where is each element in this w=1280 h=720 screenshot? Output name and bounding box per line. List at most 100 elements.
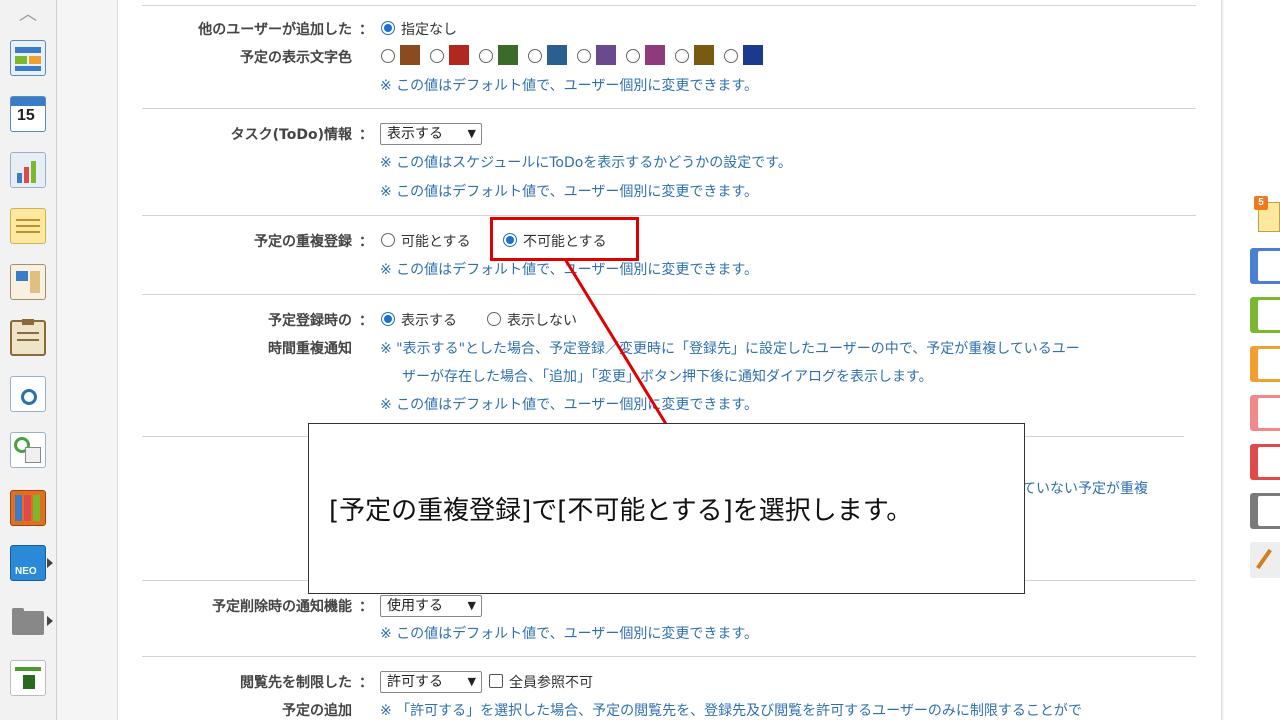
neo-icon[interactable]: NEO (10, 545, 46, 581)
mail-icon[interactable] (10, 432, 46, 468)
note-text: ていない予定が重複 (1022, 481, 1148, 497)
radio-color-option[interactable] (381, 49, 395, 63)
color-swatch (547, 45, 567, 65)
row-label: 予定登録時の (268, 313, 352, 329)
select-value: 許可する (387, 674, 443, 690)
all-no-view-checkbox[interactable] (489, 674, 503, 688)
row-label: 他のユーザーが追加した (198, 22, 352, 38)
colon: ： (359, 675, 373, 691)
notes-badge-icon[interactable]: 5 (1254, 196, 1280, 234)
color-swatch (694, 45, 714, 65)
radio-color-option[interactable] (626, 49, 640, 63)
app-icon[interactable] (10, 660, 46, 696)
expand-arrow-icon[interactable] (47, 616, 53, 626)
color-swatch (449, 45, 469, 65)
color-tab-inner (1258, 300, 1280, 330)
note-text: ザーが存在した場合、「追加」「変更」ボタン押下後に通知ダイアログを表示します。 (402, 369, 933, 385)
color-swatch (596, 45, 616, 65)
radio-color-option[interactable] (430, 49, 444, 63)
radio-color-option[interactable] (479, 49, 493, 63)
note-text: ※ この値はスケジュールにToDoを表示するかどうかの設定です。 (380, 155, 792, 171)
colon: ： (359, 313, 373, 329)
radio-no-color[interactable] (381, 21, 395, 35)
note-text: ※ この値はデフォルト値で、ユーザー個別に変更できます。 (380, 397, 758, 413)
radio-hide-notify[interactable] (487, 312, 501, 326)
color-swatch (743, 45, 763, 65)
row-label: タスク(ToDo)情報 (230, 127, 352, 143)
folder-icon[interactable] (10, 603, 46, 639)
left-sidebar: ︿ 15 NEO (0, 0, 57, 720)
calendar-icon[interactable]: 15 (10, 96, 46, 132)
row-label: 閲覧先を制限した (240, 675, 352, 691)
books-icon[interactable] (10, 490, 46, 526)
radio-show-notify[interactable] (381, 312, 395, 326)
calendar-day-label: 15 (17, 107, 35, 124)
color-tab-inner (1258, 398, 1280, 428)
radio-color-option[interactable] (577, 49, 591, 63)
color-tab-inner (1258, 251, 1280, 281)
bulletin-icon[interactable] (10, 264, 46, 300)
color-tab[interactable] (1250, 493, 1280, 529)
colon: ： (359, 22, 373, 38)
memo-icon[interactable] (10, 208, 46, 244)
color-tab[interactable] (1250, 297, 1280, 333)
delete-notify-select[interactable]: 使用する ▼ (380, 595, 482, 617)
radio-allow-duplicate[interactable] (381, 233, 395, 247)
badge-count: 5 (1254, 196, 1268, 210)
row-divider (142, 108, 1196, 109)
chevron-down-icon: ▼ (467, 127, 476, 140)
row-divider (142, 215, 1196, 216)
row-label: 予定の重複登録 (254, 234, 352, 250)
restricted-view-select[interactable]: 許可する ▼ (380, 671, 482, 693)
note-text: ※ 「許可する」を選択した場合、予定の閲覧先を、登録先及び閲覧を許可するユーザー… (380, 703, 1082, 719)
colon: ： (359, 599, 373, 615)
color-swatch (400, 45, 420, 65)
clipboard-icon[interactable] (10, 319, 46, 356)
color-tab[interactable] (1250, 248, 1280, 284)
color-tab[interactable] (1250, 395, 1280, 431)
portal-icon[interactable] (10, 40, 46, 76)
select-value: 使用する (387, 598, 443, 614)
radio-color-option[interactable] (675, 49, 689, 63)
highlight-box (490, 217, 639, 261)
color-tab-inner (1258, 349, 1280, 379)
note-text: ※ この値はデフォルト値で、ユーザー個別に変更できます。 (380, 78, 758, 94)
chevron-down-icon: ▼ (467, 599, 476, 612)
neo-label: NEO (15, 566, 37, 577)
checkbox-label: 全員参照不可 (509, 675, 593, 691)
chevron-down-icon: ▼ (467, 675, 476, 688)
row-label: 時間重複通知 (268, 341, 352, 357)
color-tab[interactable] (1250, 346, 1280, 382)
scroll-up-icon[interactable]: ︿ (10, 2, 46, 28)
chart-icon[interactable] (10, 152, 46, 188)
note-text: ※ この値はデフォルト値で、ユーザー個別に変更できます。 (380, 626, 758, 642)
pencil-icon[interactable] (1250, 542, 1280, 578)
color-tab-inner (1258, 447, 1280, 477)
select-value: 表示する (387, 126, 443, 142)
row-label: 予定の表示文字色 (240, 50, 352, 66)
radio-color-option[interactable] (528, 49, 542, 63)
radio-label: 表示しない (507, 313, 577, 329)
color-swatch (498, 45, 518, 65)
colon: ： (359, 127, 373, 143)
instruction-callout: [予定の重複登録]で[不可能とする]を選択します。 (308, 423, 1025, 594)
row-divider (142, 5, 1196, 6)
radio-label: 指定なし (401, 22, 457, 38)
row-divider (142, 656, 1196, 657)
color-tab-inner (1258, 496, 1280, 526)
note-text: ※ "表示する"とした場合、予定登録／変更時に「登録先」に設定したユーザーの中で… (380, 341, 1080, 357)
row-divider (142, 294, 1196, 295)
callout-text: [予定の重複登録]で[不可能とする]を選択します。 (329, 496, 913, 526)
color-swatch (645, 45, 665, 65)
row-label: 予定の追加 (282, 703, 352, 719)
note-text: ※ この値はデフォルト値で、ユーザー個別に変更できます。 (380, 184, 758, 200)
note-text: ※ この値はデフォルト値で、ユーザー個別に変更できます。 (380, 262, 758, 278)
colon: ： (359, 234, 373, 250)
search-doc-icon[interactable] (10, 376, 46, 412)
radio-label: 可能とする (401, 234, 471, 250)
color-tab[interactable] (1250, 444, 1280, 480)
radio-color-option[interactable] (724, 49, 738, 63)
expand-arrow-icon[interactable] (47, 558, 53, 568)
radio-label: 表示する (401, 313, 457, 329)
todo-display-select[interactable]: 表示する ▼ (380, 123, 482, 145)
